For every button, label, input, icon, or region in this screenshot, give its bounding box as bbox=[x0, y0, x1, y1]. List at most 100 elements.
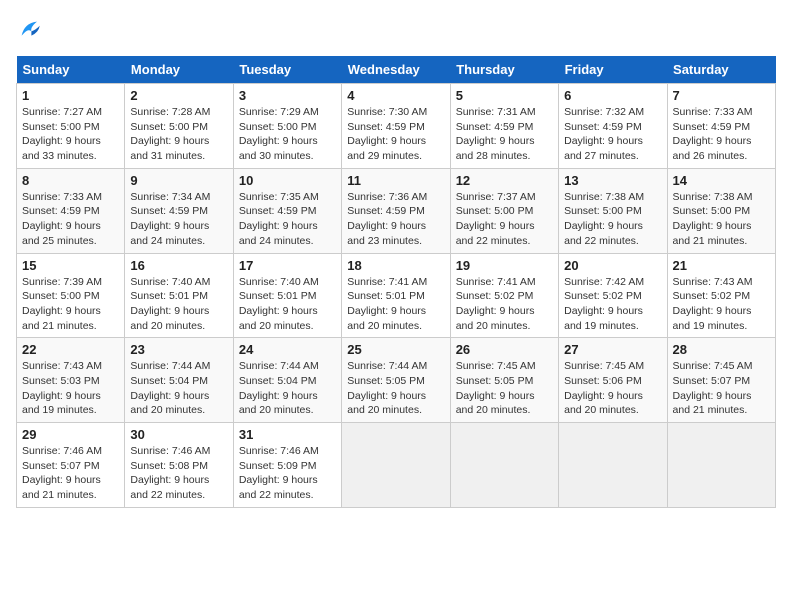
day-number: 2 bbox=[130, 88, 227, 103]
day-number: 8 bbox=[22, 173, 119, 188]
day-number: 11 bbox=[347, 173, 444, 188]
weekday-header-thursday: Thursday bbox=[450, 56, 558, 84]
day-info: Sunrise: 7:46 AM Sunset: 5:07 PM Dayligh… bbox=[22, 444, 119, 503]
day-number: 9 bbox=[130, 173, 227, 188]
day-info: Sunrise: 7:38 AM Sunset: 5:00 PM Dayligh… bbox=[564, 190, 661, 249]
day-number: 28 bbox=[673, 342, 770, 357]
day-info: Sunrise: 7:30 AM Sunset: 4:59 PM Dayligh… bbox=[347, 105, 444, 164]
calendar-cell: 16Sunrise: 7:40 AM Sunset: 5:01 PM Dayli… bbox=[125, 253, 233, 338]
day-info: Sunrise: 7:27 AM Sunset: 5:00 PM Dayligh… bbox=[22, 105, 119, 164]
day-number: 30 bbox=[130, 427, 227, 442]
calendar-cell: 22Sunrise: 7:43 AM Sunset: 5:03 PM Dayli… bbox=[17, 338, 125, 423]
day-number: 10 bbox=[239, 173, 336, 188]
day-info: Sunrise: 7:33 AM Sunset: 4:59 PM Dayligh… bbox=[673, 105, 770, 164]
calendar-cell: 13Sunrise: 7:38 AM Sunset: 5:00 PM Dayli… bbox=[559, 168, 667, 253]
day-number: 1 bbox=[22, 88, 119, 103]
day-info: Sunrise: 7:29 AM Sunset: 5:00 PM Dayligh… bbox=[239, 105, 336, 164]
logo-icon bbox=[16, 16, 44, 44]
calendar-cell: 29Sunrise: 7:46 AM Sunset: 5:07 PM Dayli… bbox=[17, 423, 125, 508]
calendar-cell: 11 Sunrise: 7:36 AM Sunset: 4:59 PM Dayli… bbox=[342, 168, 450, 253]
calendar-body: 1 Sunrise: 7:27 AM Sunset: 5:00 PM Daylig… bbox=[17, 84, 776, 508]
calendar-cell: 6Sunrise: 7:32 AM Sunset: 4:59 PM Daylig… bbox=[559, 84, 667, 169]
weekday-header-monday: Monday bbox=[125, 56, 233, 84]
day-number: 25 bbox=[347, 342, 444, 357]
calendar-cell bbox=[559, 423, 667, 508]
day-number: 31 bbox=[239, 427, 336, 442]
day-info: Sunrise: 7:40 AM Sunset: 5:01 PM Dayligh… bbox=[130, 275, 227, 334]
calendar-cell: 23 Sunrise: 7:44 AM Sunset: 5:04 PM Dayli… bbox=[125, 338, 233, 423]
calendar-cell: 4 Sunrise: 7:30 AM Sunset: 4:59 PM Daylig… bbox=[342, 84, 450, 169]
day-number: 17 bbox=[239, 258, 336, 273]
calendar-cell: 8 Sunrise: 7:33 AM Sunset: 4:59 PM Daylig… bbox=[17, 168, 125, 253]
day-info: Sunrise: 7:45 AM Sunset: 5:06 PM Dayligh… bbox=[564, 359, 661, 418]
weekday-header-saturday: Saturday bbox=[667, 56, 775, 84]
weekday-header-sunday: Sunday bbox=[17, 56, 125, 84]
calendar-week-row: 1 Sunrise: 7:27 AM Sunset: 5:00 PM Daylig… bbox=[17, 84, 776, 169]
day-number: 7 bbox=[673, 88, 770, 103]
calendar-cell: 14 Sunrise: 7:38 AM Sunset: 5:00 PM Dayli… bbox=[667, 168, 775, 253]
calendar-cell bbox=[342, 423, 450, 508]
weekday-header-wednesday: Wednesday bbox=[342, 56, 450, 84]
calendar-cell bbox=[667, 423, 775, 508]
day-number: 15 bbox=[22, 258, 119, 273]
day-info: Sunrise: 7:46 AM Sunset: 5:09 PM Dayligh… bbox=[239, 444, 336, 503]
calendar-cell: 1 Sunrise: 7:27 AM Sunset: 5:00 PM Daylig… bbox=[17, 84, 125, 169]
day-info: Sunrise: 7:31 AM Sunset: 4:59 PM Dayligh… bbox=[456, 105, 553, 164]
page-header bbox=[16, 16, 776, 44]
day-info: Sunrise: 7:39 AM Sunset: 5:00 PM Dayligh… bbox=[22, 275, 119, 334]
day-number: 14 bbox=[673, 173, 770, 188]
day-number: 18 bbox=[347, 258, 444, 273]
day-info: Sunrise: 7:45 AM Sunset: 5:05 PM Dayligh… bbox=[456, 359, 553, 418]
day-number: 21 bbox=[673, 258, 770, 273]
calendar-header: SundayMondayTuesdayWednesdayThursdayFrid… bbox=[17, 56, 776, 84]
day-number: 5 bbox=[456, 88, 553, 103]
day-info: Sunrise: 7:42 AM Sunset: 5:02 PM Dayligh… bbox=[564, 275, 661, 334]
calendar-cell: 26 Sunrise: 7:45 AM Sunset: 5:05 PM Dayli… bbox=[450, 338, 558, 423]
day-number: 20 bbox=[564, 258, 661, 273]
day-info: Sunrise: 7:41 AM Sunset: 5:02 PM Dayligh… bbox=[456, 275, 553, 334]
calendar-cell bbox=[450, 423, 558, 508]
calendar-cell: 31 Sunrise: 7:46 AM Sunset: 5:09 PM Dayli… bbox=[233, 423, 341, 508]
day-info: Sunrise: 7:44 AM Sunset: 5:04 PM Dayligh… bbox=[130, 359, 227, 418]
calendar-table: SundayMondayTuesdayWednesdayThursdayFrid… bbox=[16, 56, 776, 508]
day-number: 22 bbox=[22, 342, 119, 357]
day-info: Sunrise: 7:28 AM Sunset: 5:00 PM Dayligh… bbox=[130, 105, 227, 164]
calendar-cell: 17 Sunrise: 7:40 AM Sunset: 5:01 PM Dayli… bbox=[233, 253, 341, 338]
calendar-cell: 21 Sunrise: 7:43 AM Sunset: 5:02 PM Dayli… bbox=[667, 253, 775, 338]
day-info: Sunrise: 7:46 AM Sunset: 5:08 PM Dayligh… bbox=[130, 444, 227, 503]
day-number: 23 bbox=[130, 342, 227, 357]
calendar-week-row: 22Sunrise: 7:43 AM Sunset: 5:03 PM Dayli… bbox=[17, 338, 776, 423]
calendar-cell: 28 Sunrise: 7:45 AM Sunset: 5:07 PM Dayli… bbox=[667, 338, 775, 423]
day-info: Sunrise: 7:38 AM Sunset: 5:00 PM Dayligh… bbox=[673, 190, 770, 249]
weekday-header-tuesday: Tuesday bbox=[233, 56, 341, 84]
day-info: Sunrise: 7:43 AM Sunset: 5:02 PM Dayligh… bbox=[673, 275, 770, 334]
day-info: Sunrise: 7:37 AM Sunset: 5:00 PM Dayligh… bbox=[456, 190, 553, 249]
day-info: Sunrise: 7:44 AM Sunset: 5:04 PM Dayligh… bbox=[239, 359, 336, 418]
weekday-row: SundayMondayTuesdayWednesdayThursdayFrid… bbox=[17, 56, 776, 84]
logo bbox=[16, 16, 50, 44]
calendar-cell: 2 Sunrise: 7:28 AM Sunset: 5:00 PM Daylig… bbox=[125, 84, 233, 169]
day-number: 24 bbox=[239, 342, 336, 357]
weekday-header-friday: Friday bbox=[559, 56, 667, 84]
day-info: Sunrise: 7:33 AM Sunset: 4:59 PM Dayligh… bbox=[22, 190, 119, 249]
calendar-cell: 9 Sunrise: 7:34 AM Sunset: 4:59 PM Daylig… bbox=[125, 168, 233, 253]
day-number: 26 bbox=[456, 342, 553, 357]
calendar-cell: 10 Sunrise: 7:35 AM Sunset: 4:59 PM Dayli… bbox=[233, 168, 341, 253]
calendar-week-row: 15 Sunrise: 7:39 AM Sunset: 5:00 PM Dayli… bbox=[17, 253, 776, 338]
calendar-cell: 15 Sunrise: 7:39 AM Sunset: 5:00 PM Dayli… bbox=[17, 253, 125, 338]
day-info: Sunrise: 7:34 AM Sunset: 4:59 PM Dayligh… bbox=[130, 190, 227, 249]
calendar-week-row: 8 Sunrise: 7:33 AM Sunset: 4:59 PM Daylig… bbox=[17, 168, 776, 253]
day-number: 12 bbox=[456, 173, 553, 188]
day-info: Sunrise: 7:45 AM Sunset: 5:07 PM Dayligh… bbox=[673, 359, 770, 418]
day-info: Sunrise: 7:40 AM Sunset: 5:01 PM Dayligh… bbox=[239, 275, 336, 334]
day-number: 27 bbox=[564, 342, 661, 357]
day-number: 3 bbox=[239, 88, 336, 103]
calendar-cell: 5 Sunrise: 7:31 AM Sunset: 4:59 PM Daylig… bbox=[450, 84, 558, 169]
day-info: Sunrise: 7:36 AM Sunset: 4:59 PM Dayligh… bbox=[347, 190, 444, 249]
day-info: Sunrise: 7:44 AM Sunset: 5:05 PM Dayligh… bbox=[347, 359, 444, 418]
calendar-cell: 20 Sunrise: 7:42 AM Sunset: 5:02 PM Dayli… bbox=[559, 253, 667, 338]
day-number: 4 bbox=[347, 88, 444, 103]
day-info: Sunrise: 7:41 AM Sunset: 5:01 PM Dayligh… bbox=[347, 275, 444, 334]
calendar-cell: 12 Sunrise: 7:37 AM Sunset: 5:00 PM Dayli… bbox=[450, 168, 558, 253]
day-info: Sunrise: 7:35 AM Sunset: 4:59 PM Dayligh… bbox=[239, 190, 336, 249]
